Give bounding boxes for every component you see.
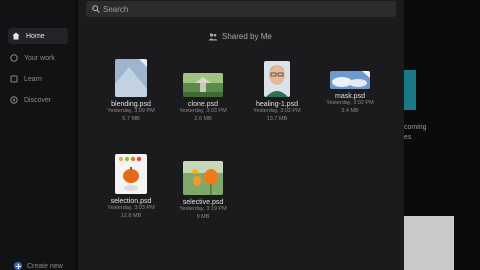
file-date: Yesterday, 3:03 PM [107,205,155,211]
file-item-blending[interactable]: blending.psd Yesterday, 3:09 PM 5.7 MB [96,59,166,123]
search-bar[interactable] [86,1,396,17]
file-name: blending.psd [111,101,151,108]
file-item-selective[interactable]: selective.psd Yesterday, 3:19 PM 9 MB [168,161,238,221]
file-name: clone.psd [188,101,218,108]
file-size: 9 MB [196,213,210,220]
create-new-button[interactable]: Create new [14,262,63,270]
file-size: 13.7 MB [266,115,288,122]
cloud-icon [10,54,18,62]
search-icon [92,5,100,13]
learn-icon [10,75,18,83]
sidebar-item-discover[interactable]: Discover [10,92,51,108]
file-date: Yesterday, 3:19 PM [179,206,227,212]
sidebar-item-home[interactable]: Home [8,28,68,44]
sidebar-item-label: Your work [24,54,55,62]
file-name: healing-1.psd [255,101,299,108]
file-item-healing[interactable]: healing-1.psd Yesterday, 3:02 PM 13.7 MB [242,61,312,123]
file-date: Yesterday, 3:03 PM [179,108,227,114]
file-size: 5.7 MB [122,115,140,122]
file-size: 2.6 MB [194,115,212,122]
sidebar-item-learn[interactable]: Learn [10,71,42,87]
sidebar-item-label: Learn [24,75,42,83]
background-text: coming [404,124,427,131]
file-name: selective.psd [182,199,224,206]
sidebar-item-label: Home [26,32,45,40]
sidebar-item-label: Discover [24,96,52,104]
people-icon [208,32,218,40]
background-text: es [404,134,412,141]
section-title-label: Shared by Me [222,32,272,41]
file-name: selection.psd [110,198,152,205]
file-thumbnail [183,161,223,195]
file-date: Yesterday, 3:09 PM [107,108,155,114]
file-name: mask.psd [335,93,365,100]
file-size: 3.4 MB [341,107,359,114]
background-thumbnail [404,70,416,110]
file-thumbnail [264,61,290,97]
file-item-clone[interactable]: clone.psd Yesterday, 3:03 PM 2.6 MB [168,73,238,123]
background-panel [404,216,454,270]
section-title: Shared by Me [208,32,272,41]
file-thumbnail [115,59,147,97]
discover-icon [10,96,18,104]
file-thumbnail [115,154,147,194]
file-date: Yesterday, 3:02 PM [326,100,374,106]
sidebar-item-your-work[interactable]: Your work [10,50,55,66]
file-item-mask[interactable]: mask.psd Yesterday, 3:02 PM 3.4 MB [315,71,385,115]
file-item-selection[interactable]: selection.psd Yesterday, 3:03 PM 12.8 MB [96,154,166,220]
create-new-label: Create new [27,262,63,270]
plus-icon [14,262,22,270]
file-thumbnail [330,71,370,89]
search-input[interactable] [103,4,383,14]
file-date: Yesterday, 3:02 PM [253,108,301,114]
sidebar: Home Your work Learn Discover Create new [0,0,74,270]
file-thumbnail [183,73,223,97]
file-size: 12.8 MB [120,212,142,219]
home-icon [12,32,20,40]
